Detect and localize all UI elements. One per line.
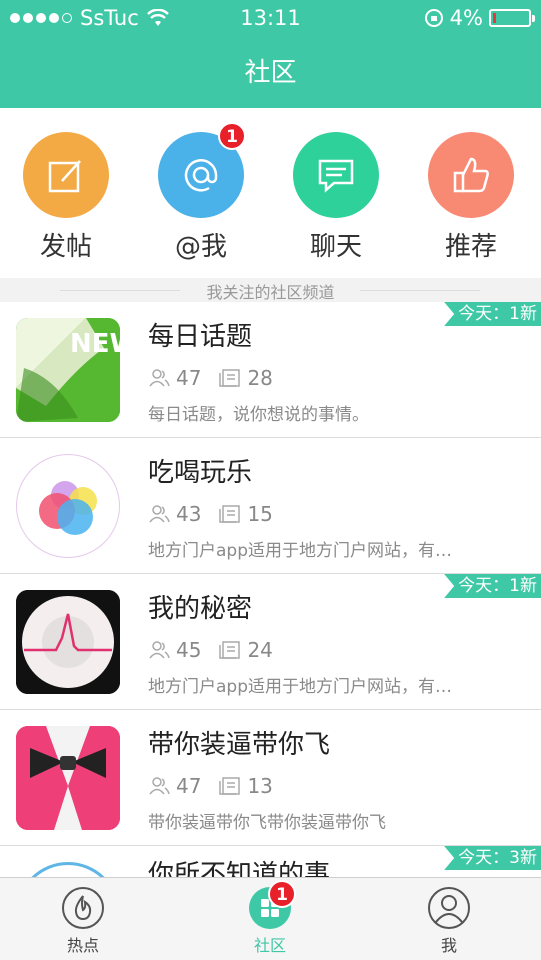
tab-label: 我 bbox=[440, 936, 457, 955]
post-button[interactable]: 发帖 bbox=[6, 132, 126, 263]
tab-bar: 热点 1 社区 我 bbox=[0, 877, 541, 960]
channel-name: 吃喝玩乐 bbox=[148, 458, 253, 488]
list-item[interactable]: 带你装逼带你飞 47 13 带你装逼带你飞带你装逼带你飞 bbox=[0, 710, 541, 846]
rotation-lock-icon bbox=[424, 9, 443, 27]
list-item[interactable]: NEW 每日话题 47 28 每日话题，说你想说的事情。 今天：1新 bbox=[0, 302, 541, 438]
list-item[interactable]: 吃喝玩乐 43 15 地方门户app适用于地方门户网站，有… bbox=[0, 438, 541, 574]
channel-thumbnail: NEW bbox=[16, 318, 120, 422]
quick-actions: 发帖 1 @我 聊天 推荐 bbox=[0, 108, 541, 278]
channel-name: 带你装逼带你飞 bbox=[148, 730, 331, 760]
chat-icon bbox=[293, 132, 379, 218]
at-icon: 1 bbox=[158, 122, 246, 218]
channel-description: 每日话题，说你想说的事情。 bbox=[148, 405, 369, 425]
section-header: 我关注的社区频道 bbox=[0, 278, 541, 302]
action-label: 推荐 bbox=[444, 232, 497, 262]
battery-icon bbox=[489, 9, 535, 27]
tab-community[interactable]: 1 社区 bbox=[230, 880, 310, 956]
section-title: 我关注的社区频道 bbox=[206, 283, 335, 302]
list-item[interactable]: 你所不知道的事 今天：3新 bbox=[0, 846, 541, 877]
channel-thumbnail bbox=[16, 454, 120, 558]
members-icon bbox=[149, 641, 170, 659]
member-count: 47 bbox=[176, 366, 202, 390]
page-title: 社区 bbox=[244, 58, 297, 88]
flame-icon bbox=[61, 886, 105, 930]
posts-icon bbox=[219, 505, 241, 523]
post-count: 13 bbox=[247, 774, 273, 798]
channel-thumbnail bbox=[16, 862, 120, 877]
members-icon bbox=[149, 505, 170, 523]
post-count: 28 bbox=[247, 366, 273, 390]
member-count: 47 bbox=[176, 774, 202, 798]
members-icon bbox=[149, 777, 170, 795]
battery-percent: 4% bbox=[449, 6, 483, 30]
new-posts-tag: 今天：1新 bbox=[444, 302, 541, 326]
posts-icon bbox=[219, 641, 241, 659]
posts-icon bbox=[219, 369, 241, 387]
action-label: 聊天 bbox=[309, 232, 362, 262]
member-count: 43 bbox=[176, 502, 202, 526]
community-badge: 1 bbox=[268, 880, 296, 908]
action-label: @我 bbox=[174, 232, 227, 262]
profile-icon bbox=[427, 886, 471, 930]
member-count: 45 bbox=[176, 638, 202, 662]
chat-button[interactable]: 聊天 bbox=[276, 132, 396, 263]
status-bar: SsTuc 13:11 4% bbox=[0, 0, 541, 36]
channel-name: 我的秘密 bbox=[148, 594, 253, 624]
tab-me[interactable]: 我 bbox=[409, 886, 489, 956]
post-count: 24 bbox=[247, 638, 273, 662]
list-item[interactable]: 我的秘密 45 24 地方门户app适用于地方门户网站，有… 今天：1新 bbox=[0, 574, 541, 710]
community-icon: 1 bbox=[248, 880, 296, 930]
compose-icon bbox=[23, 132, 109, 218]
mentions-button[interactable]: 1 @我 bbox=[141, 122, 261, 263]
tab-label: 热点 bbox=[66, 936, 99, 955]
thumbs-up-icon bbox=[428, 132, 514, 218]
post-count: 15 bbox=[247, 502, 273, 526]
new-posts-tag: 今天：1新 bbox=[444, 574, 541, 598]
new-posts-tag: 今天：3新 bbox=[444, 846, 541, 870]
channel-description: 地方门户app适用于地方门户网站，有… bbox=[148, 541, 452, 561]
channel-name: 每日话题 bbox=[148, 322, 253, 352]
action-label: 发帖 bbox=[39, 232, 92, 262]
channel-thumbnail bbox=[16, 726, 120, 830]
mentions-badge: 1 bbox=[218, 122, 246, 150]
top-bar: SsTuc 13:11 4% 社区 bbox=[0, 0, 541, 108]
members-icon bbox=[149, 369, 170, 387]
channel-thumbnail bbox=[16, 590, 120, 694]
posts-icon bbox=[219, 777, 241, 795]
channel-description: 地方门户app适用于地方门户网站，有… bbox=[148, 677, 452, 697]
channel-list: NEW 每日话题 47 28 每日话题，说你想说的事情。 今天：1新 吃喝玩乐 … bbox=[0, 302, 541, 877]
tab-hot[interactable]: 热点 bbox=[43, 886, 123, 956]
channel-name: 你所不知道的事 bbox=[148, 860, 331, 877]
channel-description: 带你装逼带你飞带你装逼带你飞 bbox=[148, 813, 386, 833]
tab-label: 社区 bbox=[253, 936, 286, 955]
recommend-button[interactable]: 推荐 bbox=[411, 132, 531, 263]
svg-text:NEW: NEW bbox=[70, 329, 120, 359]
